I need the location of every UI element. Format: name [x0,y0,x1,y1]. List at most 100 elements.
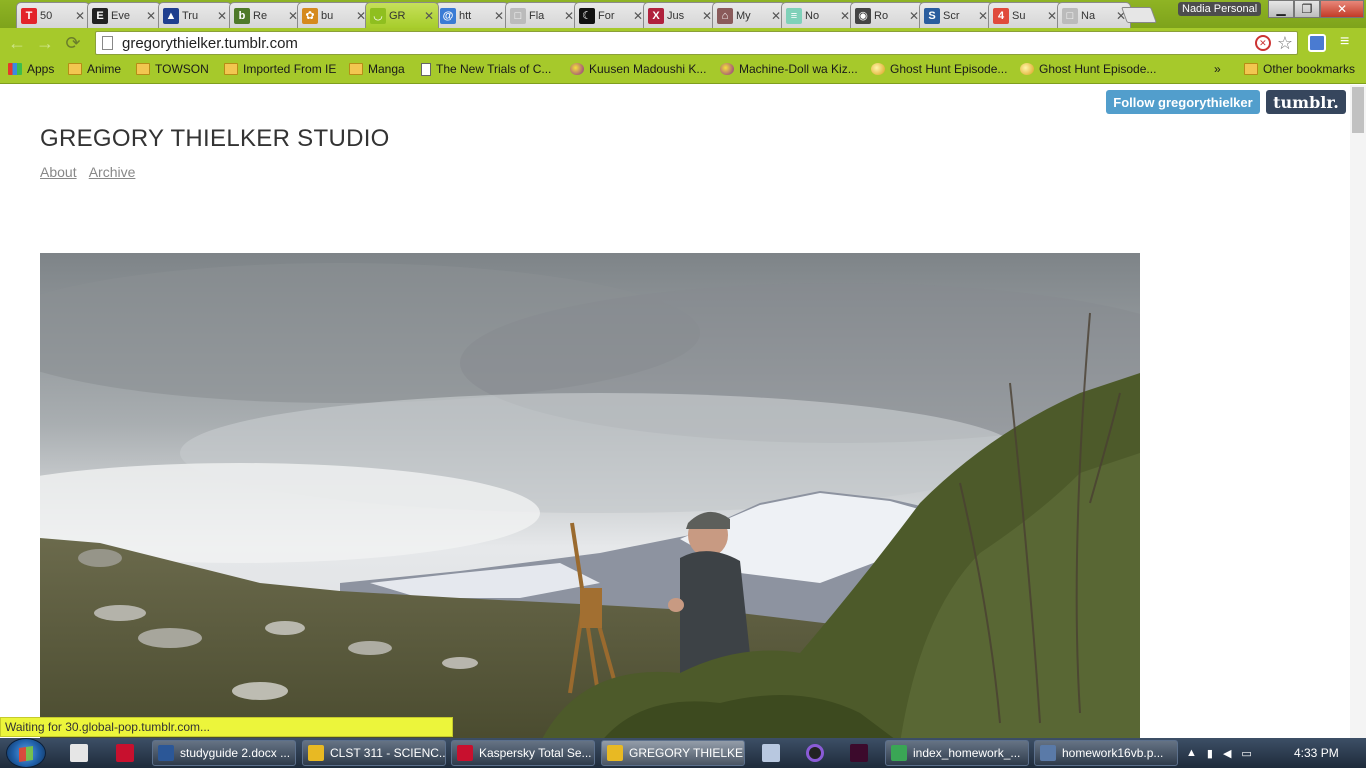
start-button[interactable] [6,738,46,768]
tumblr-logo-button[interactable]: tumblr. [1266,90,1346,114]
battery-icon[interactable]: ▭ [1241,747,1251,760]
tab-title: GR [389,9,406,22]
taskbar-label: GREGORY THIELKE... [629,746,745,760]
blocked-content-icon[interactable]: ✕ [1254,35,1271,51]
taskbar-app-icon [457,745,473,761]
bookmark-item[interactable]: The New Trials of C... [421,62,551,76]
bookmark-item[interactable]: Apps [8,62,54,76]
quicklaunch-icon[interactable] [70,744,88,762]
tab-close-icon[interactable]: ✕ [840,9,850,23]
nav-link-archive[interactable]: Archive [89,164,136,180]
browser-tab[interactable]: □ Na ✕ [1057,2,1131,28]
bookmarks-overflow-button[interactable]: » [1214,62,1221,76]
tab-title: My [736,9,751,22]
signal-icon[interactable]: ▮ [1207,747,1213,760]
close-window-button[interactable]: ✕ [1320,0,1364,18]
tab-close-icon[interactable]: ✕ [1047,9,1057,23]
taskbar-button[interactable]: index_homework_... [885,740,1029,766]
tab-close-icon[interactable]: ✕ [909,9,919,23]
taskbar-button[interactable]: Kaspersky Total Se... [451,740,595,766]
indesign-icon[interactable] [850,744,868,762]
taskbar-button[interactable]: homework16vb.p... [1034,740,1178,766]
minimize-button[interactable]: ▁ [1268,0,1294,18]
tab-close-icon[interactable]: ✕ [633,9,643,23]
scrollbar-thumb[interactable] [1352,87,1364,133]
tab-title: Eve [111,9,130,22]
tab-close-icon[interactable]: ✕ [494,9,504,23]
folder-icon [68,63,82,75]
nav-link-about[interactable]: About [40,164,77,180]
post-photo[interactable] [40,253,1140,738]
bookmark-star-icon[interactable]: ☆ [1277,34,1293,52]
profile-button[interactable]: Nadia Personal [1178,2,1262,16]
tab-close-icon[interactable]: ✕ [564,9,574,23]
bookmark-item[interactable]: TOWSON [136,62,209,76]
pdf-icon[interactable] [116,744,134,762]
tab-favicon-icon: ☾ [579,7,595,24]
folder-icon [136,63,150,75]
tab-close-icon[interactable]: ✕ [978,9,988,23]
url-text[interactable]: gregorythielker.tumblr.com [122,35,298,52]
browser-tab[interactable]: E Eve ✕ [87,2,161,28]
new-tab-button[interactable] [1121,7,1157,23]
browser-tab[interactable]: ☾ For ✕ [574,2,648,28]
bookmark-item[interactable]: Ghost Hunt Episode... [871,62,1007,76]
maximize-button[interactable]: ❐ [1294,0,1320,18]
bookmark-item[interactable]: Imported From IE [224,62,336,76]
extension-icon[interactable] [1308,34,1326,52]
bookmark-item[interactable]: Machine-Doll wa Kiz... [720,62,858,76]
browser-tab[interactable]: T 50 ✕ [16,2,90,28]
tab-close-icon[interactable]: ✕ [217,9,227,23]
forward-button[interactable]: → [34,32,56,54]
page-scrollbar[interactable] [1350,85,1366,738]
back-button[interactable]: ← [6,32,28,54]
bookmark-favicon-icon [871,63,885,75]
browser-tab[interactable]: S Scr ✕ [919,2,993,28]
tab-title: Fla [529,9,545,22]
folder-icon [1244,63,1258,75]
browser-tab[interactable]: ▲ Tru ✕ [158,2,232,28]
browser-tab[interactable]: @ htt ✕ [435,2,509,28]
browser-tab[interactable]: b Re ✕ [229,2,303,28]
taskbar-button[interactable]: studyguide 2.docx ... [152,740,296,766]
bookmark-item[interactable]: Kuusen Madoushi K... [570,62,706,76]
bookmark-label: Kuusen Madoushi K... [589,62,707,76]
bookmarks-bar: » Other bookmarks Apps Anime TOWSON Importe… [0,58,1366,84]
browser-tab[interactable]: X Jus ✕ [643,2,717,28]
follow-button[interactable]: Follow gregorythielker [1106,90,1260,114]
taskbar-app-icon [607,745,623,761]
tab-close-icon[interactable]: ✕ [702,9,712,23]
tab-close-icon[interactable]: ✕ [75,9,85,23]
browser-tab[interactable]: ✿ bu ✕ [297,2,371,28]
volume-icon[interactable]: ◀ [1223,747,1231,760]
tab-favicon-icon: ✿ [302,7,318,24]
chrome-menu-icon[interactable]: ≡ [1340,33,1349,51]
blog-title[interactable]: GREGORY THIELKER STUDIO [40,125,390,153]
clock[interactable]: 4:33 PM [1294,746,1339,760]
address-bar[interactable]: gregorythielker.tumblr.com ✕ ☆ [95,31,1298,55]
browser-tab[interactable]: 4 Su ✕ [988,2,1062,28]
other-bookmarks-folder[interactable]: Other bookmarks [1244,62,1355,76]
bookmark-item[interactable]: Manga [349,62,405,76]
taskbar-button[interactable]: GREGORY THIELKE... [601,740,745,766]
bookmark-item[interactable]: Anime [68,62,121,76]
browser-tab[interactable]: ⌂ My ✕ [712,2,786,28]
tray-expand-icon[interactable]: ▲ [1186,747,1197,759]
page-content: Follow gregorythielker tumblr. GREGORY T… [0,85,1366,738]
tab-strip: T 50 ✕ E Eve ✕ ▲ Tru ✕ b Re ✕ ✿ bu ✕ ◡ GR ✕ @ htt ✕ □ Fla ✕ ☾ For… [0,0,1366,28]
reload-icon[interactable]: ⟳ [62,32,84,54]
browser-tab[interactable]: ◉ Ro ✕ [850,2,924,28]
bookmark-label: Anime [87,62,122,76]
tab-close-icon[interactable]: ✕ [771,9,781,23]
taskbar-button[interactable]: CLST 311 - SCIENC... [302,740,446,766]
bookmark-label: Ghost Hunt Episode... [1039,62,1157,76]
tab-close-icon[interactable]: ✕ [424,9,434,23]
tab-close-icon[interactable]: ✕ [146,9,156,23]
bookmark-item[interactable]: Ghost Hunt Episode... [1020,62,1156,76]
browser-tab[interactable]: ◡ GR ✕ [365,2,439,28]
tab-title: Re [253,9,268,22]
calculator-icon[interactable] [762,744,780,762]
media-icon[interactable] [806,744,824,762]
browser-tab[interactable]: □ Fla ✕ [505,2,579,28]
browser-tab[interactable]: ≡ No ✕ [781,2,855,28]
